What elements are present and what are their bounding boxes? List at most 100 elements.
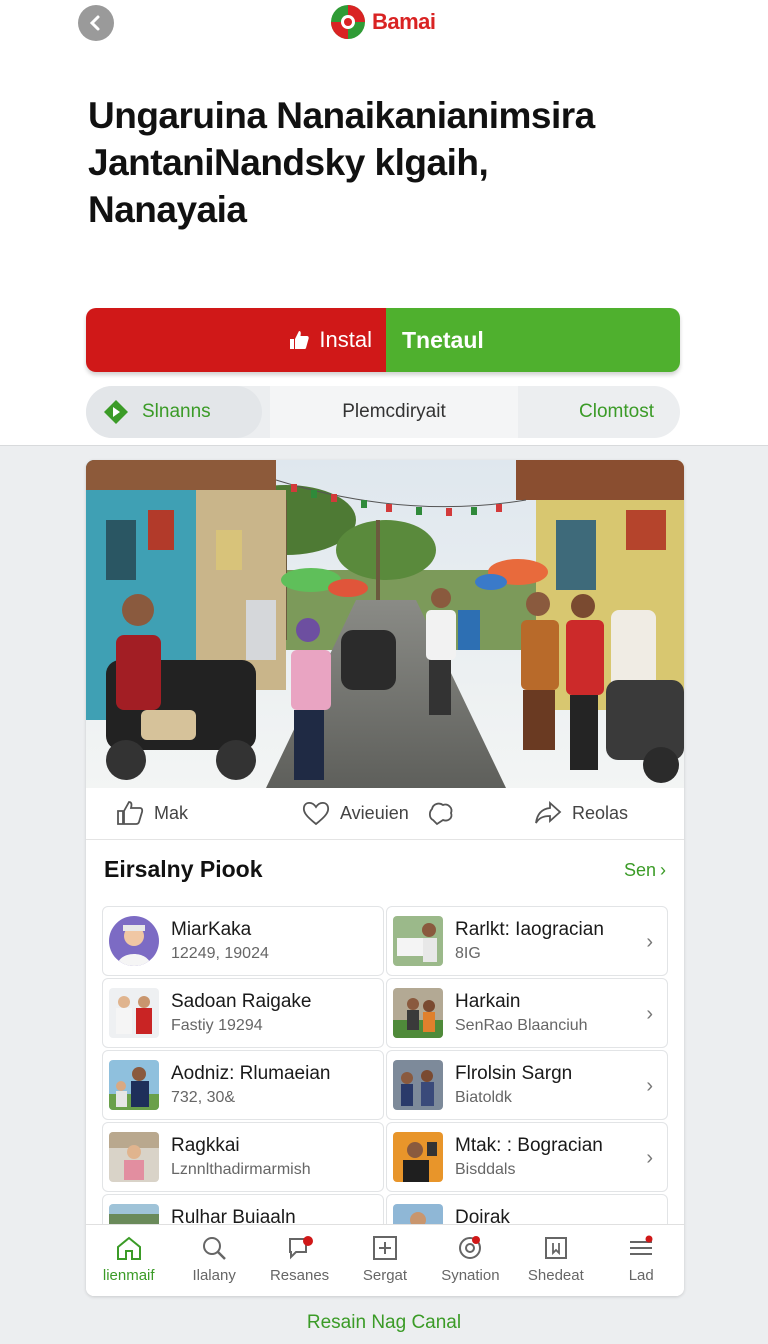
play-badge-icon <box>104 400 128 424</box>
avatar <box>109 916 159 966</box>
person-name: Ragkkai <box>171 1135 240 1156</box>
person-meta: Biatoldk <box>455 1089 512 1106</box>
list-item[interactable]: Doirak <box>386 1194 668 1226</box>
share-icon <box>535 800 562 824</box>
headline-line: JantaniNandsky klgaih, <box>88 142 489 183</box>
person-name: Sadoan Raigake <box>171 991 312 1012</box>
logo-icon <box>331 5 365 39</box>
heart-icon <box>302 801 330 826</box>
article-headline: Ungaruina Nanaikanianimsira JantaniNands… <box>88 92 688 233</box>
cta-bar: Instal Tnetaul <box>86 308 680 372</box>
person-name: Rarlkt: Iaogracian <box>455 919 604 940</box>
list-item[interactable]: Aodniz: Rlumaeian 732, 30& <box>102 1050 384 1120</box>
person-meta: Lznnlthadirmarmish <box>171 1161 311 1178</box>
chevron-right-icon: › <box>646 1147 653 1169</box>
brand-name: Bamai <box>372 9 436 34</box>
chevron-right-icon: › <box>646 931 653 953</box>
footer-link[interactable]: Resain Nag Canal <box>0 1312 768 1334</box>
segment-bar: Slnanns Plemcdiryait Clomtost <box>86 386 680 438</box>
tab-label: Synation <box>441 1267 500 1284</box>
tab-label: Shedeat <box>527 1267 584 1284</box>
person-name: Harkain <box>455 991 521 1012</box>
list-item[interactable]: Ragkkai Lznnlthadirmarmish <box>102 1122 384 1192</box>
tab-create[interactable]: Sergat <box>342 1225 427 1296</box>
list-item[interactable]: Sadoan Raigake Fastiy 19294 <box>102 978 384 1048</box>
tab-saved[interactable]: Shedeat <box>513 1225 598 1296</box>
tab-menu[interactable]: Lad <box>599 1225 684 1296</box>
add-box-icon <box>372 1236 397 1260</box>
person-name: Mtak: : Bogracian <box>455 1135 603 1156</box>
section-title: Eirsalny Piook <box>104 856 263 882</box>
tab-explore[interactable]: Synation <box>428 1225 513 1296</box>
thumbnail <box>109 1060 159 1110</box>
person-meta: Bisddals <box>455 1161 516 1178</box>
thumbnail <box>393 916 443 966</box>
top-header: Bamai Ungaruina Nanaikanianimsira Jantan… <box>0 0 768 446</box>
see-all-link[interactable]: Sen › <box>624 860 666 881</box>
article-card: Mak Avieuien Reolas Eirsalny Piook Sen ›… <box>86 460 684 1296</box>
chevron-left-icon <box>89 15 100 31</box>
see-all-label: Sen <box>623 860 656 880</box>
segment-last[interactable]: Clomtost <box>518 386 680 438</box>
comment-icon <box>428 802 453 826</box>
tab-label: Sergat <box>362 1267 408 1284</box>
person-name: Flrolsin Sargn <box>455 1063 573 1084</box>
headline-line: Nanayaia <box>88 189 247 230</box>
home-icon <box>116 1236 141 1260</box>
post-actions: Mak Avieuien Reolas <box>86 788 684 840</box>
favorite-label: Avieuien <box>340 802 409 823</box>
brand-logo[interactable]: Bamai <box>328 0 436 44</box>
tab-label: Lad <box>628 1267 654 1284</box>
person-meta: 732, 30& <box>171 1089 236 1106</box>
list-item[interactable]: Harkain SenRao Blaanciuh › <box>386 978 668 1048</box>
chevron-right-icon: › <box>646 1075 653 1097</box>
chevron-right-icon: › <box>660 860 666 880</box>
segment-first[interactable]: Slnanns <box>86 386 262 438</box>
secondary-cta-label: Tnetaul <box>402 326 484 353</box>
person-meta: Fastiy 19294 <box>171 1017 263 1034</box>
people-grid: MiarKaka 12249, 19024 Rarlkt: Iaogracian… <box>102 906 668 1226</box>
thumbnail <box>109 1132 159 1182</box>
tab-label: lienmaif <box>102 1267 155 1284</box>
search-icon <box>203 1237 227 1260</box>
thumbnail <box>393 988 443 1038</box>
street-market-photo[interactable] <box>86 460 684 788</box>
back-button[interactable] <box>78 5 114 41</box>
tab-home[interactable]: lienmaif <box>86 1225 171 1296</box>
favorite-action[interactable]: Avieuien <box>302 800 455 826</box>
segment-last-label: Clomtost <box>579 401 654 422</box>
thumbnail <box>393 1132 443 1182</box>
tab-search[interactable]: Ilalany <box>171 1225 256 1296</box>
segment-middle-label: Plemcdiryait <box>342 401 446 422</box>
headline-line: Ungaruina Nanaikanianimsira <box>88 95 595 136</box>
secondary-cta-button[interactable]: Tnetaul <box>386 308 680 372</box>
list-item[interactable]: Flrolsin Sargn Biatoldk › <box>386 1050 668 1120</box>
thumbnail <box>109 988 159 1038</box>
install-label: Instal <box>319 327 372 352</box>
like-icon <box>117 801 144 825</box>
list-item[interactable]: Mtak: : Bogracian Bisddals › <box>386 1122 668 1192</box>
bookmark-icon <box>544 1237 567 1259</box>
bottom-tab-bar: lienmaif Ilalany Resanes Sergat Synation… <box>86 1224 684 1296</box>
chat-icon <box>288 1236 313 1260</box>
thumbnail <box>109 1204 159 1226</box>
tab-label: Ilalany <box>192 1267 236 1284</box>
like-label: Mak <box>154 802 189 823</box>
chevron-right-icon: › <box>646 1003 653 1025</box>
tab-label: Resanes <box>269 1267 330 1284</box>
menu-icon <box>630 1235 653 1255</box>
segment-first-label: Slnanns <box>142 401 211 422</box>
tab-messages[interactable]: Resanes <box>257 1225 342 1296</box>
person-meta: 8IG <box>455 945 481 962</box>
list-item[interactable]: Rulhar Buiaaln <box>102 1194 384 1226</box>
segment-middle[interactable]: Plemcdiryait <box>270 386 518 438</box>
person-name: Aodniz: Rlumaeian <box>171 1063 331 1084</box>
thumbs-up-icon <box>290 331 310 349</box>
person-name: MiarKaka <box>171 919 252 940</box>
install-button[interactable]: Instal <box>86 308 386 372</box>
share-action[interactable]: Reolas <box>534 800 628 826</box>
list-item[interactable]: MiarKaka 12249, 19024 <box>102 906 384 976</box>
thumbnail <box>393 1204 443 1226</box>
like-action[interactable]: Mak <box>116 800 188 826</box>
list-item[interactable]: Rarlkt: Iaogracian 8IG › <box>386 906 668 976</box>
